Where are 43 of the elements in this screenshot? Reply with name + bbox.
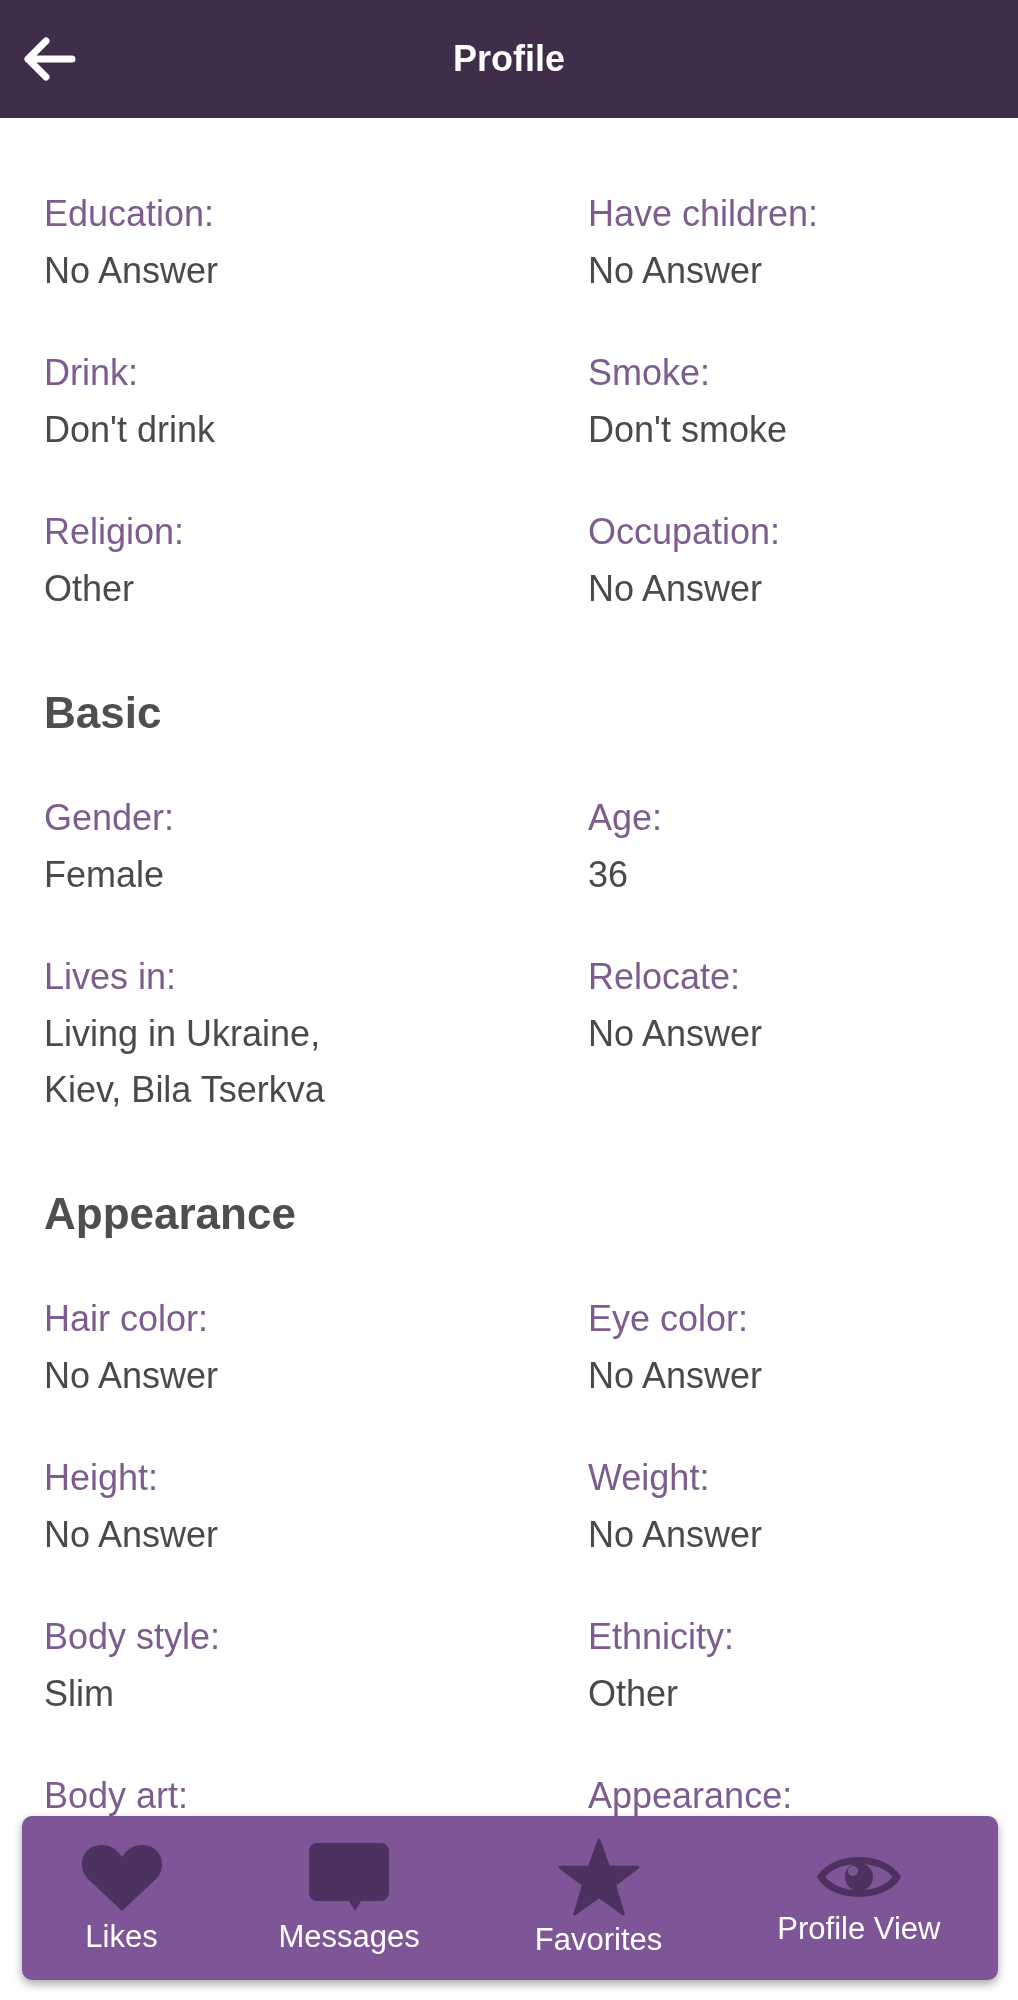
field-label: Body style: <box>44 1615 221 1659</box>
nav-button[interactable]: Favorites <box>524 1830 673 1966</box>
field-label: Drink: <box>44 351 138 395</box>
field-value: 36 <box>588 853 629 897</box>
field-label: Religion: <box>44 510 185 554</box>
field-value: No Answer <box>588 1513 763 1557</box>
page-title: Profile <box>453 38 565 80</box>
field-value: Other <box>44 567 135 611</box>
nav-button[interactable]: Likes <box>69 1833 174 1963</box>
field-label: Gender: <box>44 796 175 840</box>
field-value: Other <box>588 1672 679 1716</box>
nav-button[interactable]: Messages <box>268 1833 430 1963</box>
field-value: Don't drink <box>44 408 215 452</box>
field-value: No Answer <box>588 249 763 293</box>
field-value: No Answer <box>44 1513 219 1557</box>
field-value: No Answer <box>588 567 763 611</box>
field-label: Ethnicity: <box>588 1615 735 1659</box>
field-label: Occupation: <box>588 510 781 554</box>
field-label: Body art: <box>44 1774 189 1818</box>
field-value: No Answer <box>44 1354 219 1398</box>
section-heading: Basic <box>44 687 163 739</box>
star-icon <box>556 1838 641 1916</box>
field-label: Eye color: <box>588 1297 749 1341</box>
field-label: Relocate: <box>588 955 741 999</box>
field-value: No Answer <box>44 249 219 293</box>
nav-button[interactable]: Profile View <box>767 1841 951 1955</box>
field-value: Don't smoke <box>588 408 787 452</box>
message-icon <box>307 1841 392 1913</box>
field-label: Age: <box>588 796 663 840</box>
field-value: Living in Ukraine, Kiev, Bila Tserkva <box>44 1012 326 1112</box>
field-label: Hair color: <box>44 1297 209 1341</box>
field-value: Female <box>44 853 165 897</box>
field-label: Weight: <box>588 1456 710 1500</box>
section-heading: Appearance <box>44 1188 297 1240</box>
field-label: Appearance: <box>588 1774 793 1818</box>
field-label: Smoke: <box>588 351 711 395</box>
field-label: Have children: <box>588 192 819 236</box>
field-value: Slim <box>44 1672 114 1716</box>
field-label: Lives in: <box>44 955 177 999</box>
field-label: Education: <box>44 192 215 236</box>
field-value: No Answer <box>588 1012 763 1056</box>
field-value: No Answer <box>588 1354 763 1398</box>
field-label: Height: <box>44 1456 159 1500</box>
